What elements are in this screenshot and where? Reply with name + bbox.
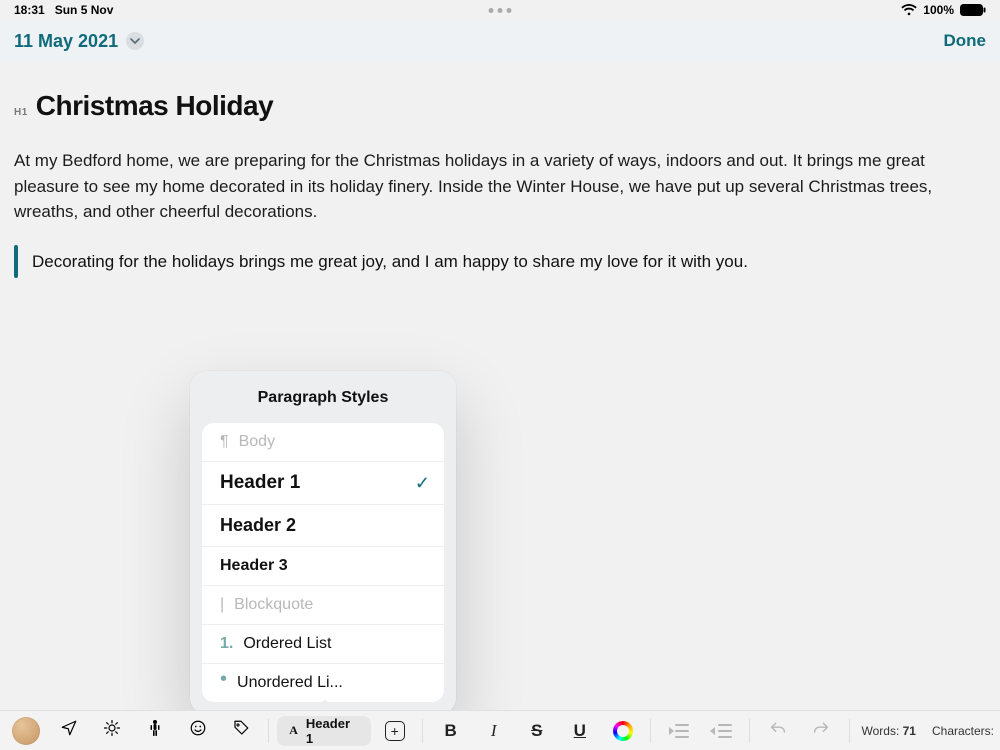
date-picker[interactable]: 11 May 2021 <box>14 31 144 52</box>
style-list: ¶Body Header 1 ✓ Header 2 Header 3 |Bloc… <box>202 423 444 702</box>
activity-button[interactable] <box>135 715 174 747</box>
underline-button[interactable]: U <box>560 715 599 747</box>
battery-icon <box>960 4 986 16</box>
indent-right-icon <box>669 724 689 738</box>
format-toolbar: A Header 1 + B I S U Words: 71 Character… <box>0 710 1000 750</box>
indent-right-button[interactable] <box>659 715 698 747</box>
weather-button[interactable] <box>92 715 131 747</box>
mood-button[interactable] <box>178 715 217 747</box>
insert-button[interactable]: + <box>375 715 414 747</box>
tag-icon <box>231 719 251 742</box>
avatar-attach-button[interactable] <box>6 715 45 747</box>
avatar-icon <box>12 717 40 745</box>
sun-icon <box>103 719 121 742</box>
style-header-2[interactable]: Header 2 <box>202 505 444 547</box>
style-a-icon: A <box>289 723 298 738</box>
indent-left-icon <box>712 724 732 738</box>
done-button[interactable]: Done <box>944 31 987 51</box>
italic-button[interactable]: I <box>474 715 513 747</box>
style-header-1[interactable]: Header 1 ✓ <box>202 462 444 505</box>
strike-button[interactable]: S <box>517 715 556 747</box>
location-icon <box>60 719 78 742</box>
paragraph-style-button[interactable]: A Header 1 <box>277 716 371 746</box>
editor-area[interactable]: H1 Christmas Holiday At my Bedford home,… <box>0 62 1000 710</box>
paragraph-styles-popover: Paragraph Styles ¶Body Header 1 ✓ Header… <box>190 371 456 714</box>
status-time: 18:31 <box>14 3 45 17</box>
tag-button[interactable] <box>221 715 260 747</box>
strike-icon: S <box>531 721 542 741</box>
doc-body-paragraph[interactable]: At my Bedford home, we are preparing for… <box>14 148 986 225</box>
style-label: Header 1 <box>306 716 359 746</box>
style-body[interactable]: ¶Body <box>202 423 444 462</box>
style-blockquote[interactable]: |Blockquote <box>202 586 444 625</box>
separator <box>650 719 651 743</box>
blockquote-bar <box>14 245 18 279</box>
separator <box>422 719 423 743</box>
wifi-icon <box>901 4 917 16</box>
color-wheel-icon <box>613 721 633 741</box>
nav-title: 11 May 2021 <box>14 31 118 52</box>
popover-title: Paragraph Styles <box>190 371 456 423</box>
style-unordered-list[interactable]: •Unordered Li... <box>202 664 444 702</box>
redo-icon <box>811 720 831 741</box>
color-button[interactable] <box>603 715 642 747</box>
separator <box>849 719 850 743</box>
plus-box-icon: + <box>385 721 405 741</box>
h1-badge: H1 <box>14 107 28 118</box>
redo-button[interactable] <box>801 715 840 747</box>
stats-readout[interactable]: Words: 71 Characters: <box>861 724 994 738</box>
underline-icon: U <box>574 721 586 741</box>
battery-percent: 100% <box>923 3 954 17</box>
person-icon <box>148 719 162 742</box>
indent-left-button[interactable] <box>702 715 741 747</box>
undo-icon <box>768 720 788 741</box>
smile-icon <box>189 719 207 742</box>
status-bar: 18:31 Sun 5 Nov 100% <box>0 0 1000 20</box>
blockquote-text[interactable]: Decorating for the holidays brings me gr… <box>32 245 748 279</box>
location-button[interactable] <box>49 715 88 747</box>
chevron-down-icon <box>126 32 144 50</box>
nav-bar: 11 May 2021 Done <box>0 20 1000 62</box>
undo-button[interactable] <box>758 715 797 747</box>
doc-h1[interactable]: Christmas Holiday <box>36 90 273 122</box>
style-ordered-list[interactable]: 1.Ordered List <box>202 625 444 664</box>
doc-blockquote[interactable]: Decorating for the holidays brings me gr… <box>14 245 986 279</box>
bold-button[interactable]: B <box>431 715 470 747</box>
style-header-3[interactable]: Header 3 <box>202 547 444 586</box>
check-icon: ✓ <box>415 473 430 494</box>
separator <box>268 719 269 743</box>
separator <box>749 719 750 743</box>
multitask-dots[interactable] <box>489 8 512 13</box>
status-date: Sun 5 Nov <box>55 3 114 17</box>
